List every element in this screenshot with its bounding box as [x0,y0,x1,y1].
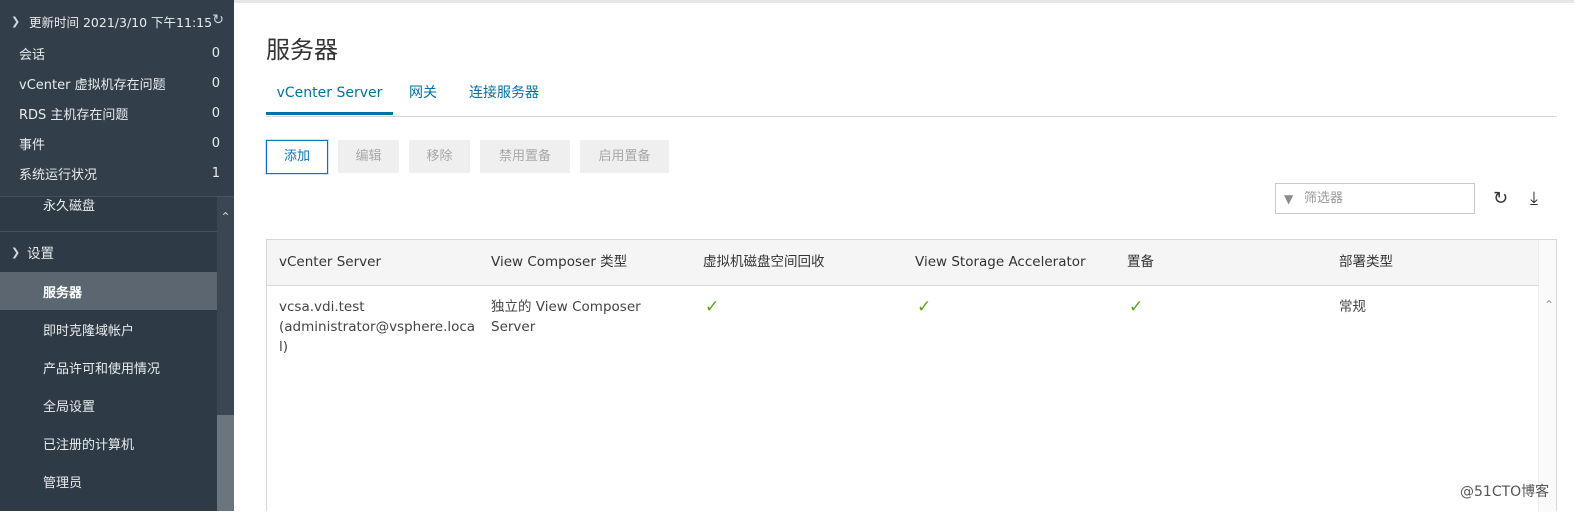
column-header-storage-accelerator[interactable]: View Storage Accelerator [915,240,1086,285]
stat-label: RDS 主机存在问题 [19,107,129,123]
enable-provisioning-button[interactable]: 启用置备 [580,140,669,173]
sidebar-item-label: 管理员 [43,475,83,491]
sidebar-item-label: 即时克隆域帐户 [43,323,135,339]
tab-bar: vCenter Server 网关 连接服务器 [266,75,1557,117]
column-header-vcenter-server[interactable]: vCenter Server [279,240,381,285]
sidebar-item-persistent-disks[interactable]: 永久磁盘 [0,185,217,223]
stat-count: 1 [211,165,220,181]
watermark: @51CTO博客 [1460,484,1550,500]
sidebar-item-global-settings[interactable]: 全局设置 [0,386,217,424]
refresh-icon[interactable]: ↻ [1493,188,1508,209]
sidebar-item-registered-machines[interactable]: 已注册的计算机 [0,424,217,462]
checkmark-icon: ✓ [917,297,932,317]
section-separator [0,231,217,232]
page-title: 服务器 [266,36,338,64]
sidebar: ❯ 更新时间 2021/3/10 下午11:15 ↻ 会话 0 vCenter … [0,0,234,511]
cell-composer-type: 独立的 View Composer Server [491,297,691,337]
checkmark-icon: ✓ [705,297,720,317]
column-header-provisioning[interactable]: 置备 [1127,240,1154,285]
column-header-deployment-type[interactable]: 部署类型 [1339,240,1393,285]
stat-count: 0 [211,135,220,151]
stat-label: 事件 [19,137,46,153]
column-header-composer-type[interactable]: View Composer 类型 [491,240,627,285]
sidebar-item-label: 全局设置 [43,399,96,415]
cell-line: l) [279,339,289,355]
table-scrollbar[interactable]: ⌃ [1538,240,1556,512]
sidebar-item-licensing[interactable]: 产品许可和使用情况 [0,348,217,386]
refresh-icon[interactable]: ↻ [212,12,224,28]
tab-connection-server[interactable]: 连接服务器 [459,75,549,115]
remove-button[interactable]: 移除 [409,140,470,173]
chevron-up-icon[interactable]: ⌃ [217,207,234,227]
disable-provisioning-button[interactable]: 禁用置备 [480,140,570,173]
filter-box[interactable]: ▼ [1275,183,1475,214]
filter-icon: ▼ [1284,191,1294,206]
stat-sessions[interactable]: 会话 0 [0,38,234,68]
checkmark-icon: ✓ [1129,297,1144,317]
stat-vcenter-vm-issues[interactable]: vCenter 虚拟机存在问题 0 [0,68,234,98]
stat-events[interactable]: 事件 0 [0,128,234,158]
stat-label: 会话 [19,47,46,63]
chevron-down-icon[interactable]: ❯ [11,246,27,259]
filter-input[interactable] [1300,191,1464,206]
cell-line: (administrator@vsphere.loca [279,319,476,335]
sidebar-item-label: 永久磁盘 [43,198,96,214]
download-icon[interactable]: ⤓ [1530,188,1538,209]
stat-rds-host-issues[interactable]: RDS 主机存在问题 0 [0,98,234,128]
tab-gateway[interactable]: 网关 [397,75,449,115]
section-settings[interactable]: ❯ 设置 [0,233,217,271]
table-header: vCenter Server View Composer 类型 虚拟机磁盘空间回… [267,240,1540,286]
edit-button[interactable]: 编辑 [338,140,399,173]
sidebar-item-administrators[interactable]: 管理员 [0,462,217,500]
chevron-up-icon[interactable]: ⌃ [1544,298,1554,312]
sidebar-item-label: 已注册的计算机 [43,437,135,453]
section-label: 设置 [27,246,54,262]
sidebar-scrollbar-thumb[interactable] [217,415,234,511]
cell-line: Server [491,319,536,335]
update-header[interactable]: ❯ 更新时间 2021/3/10 下午11:15 ↻ [0,6,234,36]
cell-deployment-type: 常规 [1339,299,1366,315]
stat-count: 0 [211,45,220,61]
stat-label: 系统运行状况 [19,167,98,183]
cell-line: vcsa.vdi.test [279,299,365,315]
cell-line: 独立的 View Composer [491,299,641,315]
sidebar-item-instant-clone-accounts[interactable]: 即时克隆域帐户 [0,310,217,348]
add-button[interactable]: 添加 [266,140,328,174]
sidebar-item-label: 服务器 [43,285,83,301]
column-header-disk-reclaim[interactable]: 虚拟机磁盘空间回收 [703,240,825,285]
top-border [234,0,1574,3]
sidebar-item-servers[interactable]: 服务器 [0,272,217,310]
servers-table: vCenter Server View Composer 类型 虚拟机磁盘空间回… [266,239,1557,512]
stat-count: 0 [211,75,220,91]
stat-system-health[interactable]: 系统运行状况 1 [0,158,234,188]
update-time-label: 更新时间 2021/3/10 下午11:15 [29,14,213,30]
stat-count: 0 [211,105,220,121]
tab-vcenter-server[interactable]: vCenter Server [266,75,393,115]
cell-vcenter-server: vcsa.vdi.test (administrator@vsphere.loc… [279,297,479,357]
stat-label: vCenter 虚拟机存在问题 [19,77,166,93]
sidebar-item-label: 产品许可和使用情况 [43,361,161,377]
chevron-down-icon[interactable]: ❯ [11,15,29,28]
